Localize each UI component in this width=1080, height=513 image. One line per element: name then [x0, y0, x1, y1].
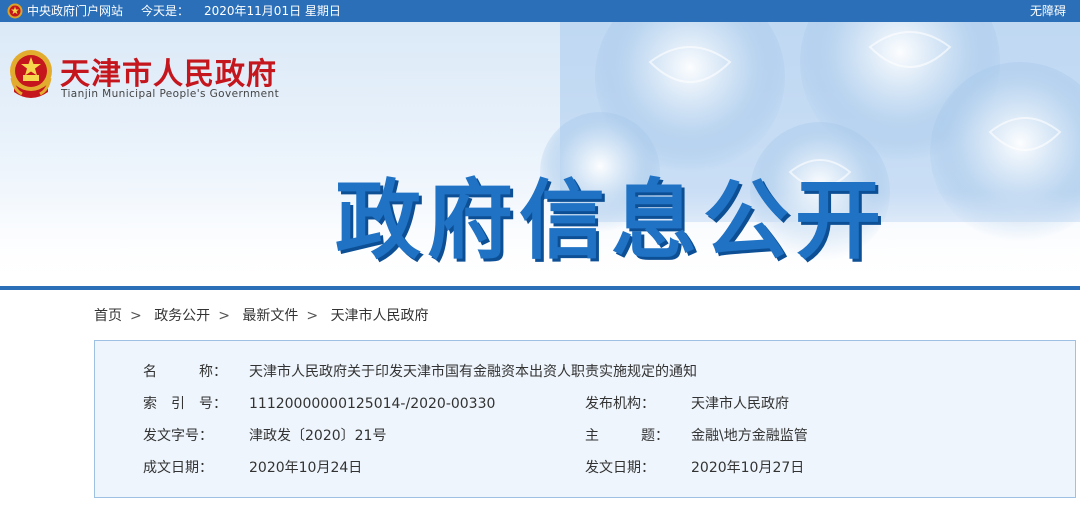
index-label: 索 引 号： [143, 396, 227, 412]
banner-divider [0, 286, 1080, 290]
name-label: 名 称： [143, 364, 227, 380]
top-bar: 中央政府门户网站 今天是： 2020年11月01日 星期日 无障碍 [0, 0, 1080, 22]
publisher-value: 天津市人民政府 [691, 396, 789, 412]
breadcrumb-gov-affairs[interactable]: 政务公开 [154, 308, 210, 324]
issued-date-value: 2020年10月27日 [691, 460, 805, 476]
publisher-label: 发布机构： [585, 396, 655, 412]
breadcrumb-current[interactable]: 天津市人民政府 [331, 308, 429, 324]
name-value: 天津市人民政府关于印发天津市国有金融资本出资人职责实施规定的通知 [249, 364, 697, 380]
breadcrumb-separator: > [218, 308, 230, 324]
central-gov-portal-link[interactable]: 中央政府门户网站 [27, 0, 123, 22]
breadcrumb-separator: > [130, 308, 142, 324]
breadcrumb-home[interactable]: 首页 [94, 308, 122, 324]
written-date-value: 2020年10月24日 [249, 460, 363, 476]
index-value: 11120000000125014-/2020-00330 [249, 396, 496, 412]
header-banner: 天津市人民政府 Tianjin Municipal People's Gover… [0, 22, 1080, 286]
page-headline: 政府信息公开 [335, 171, 887, 271]
site-name-en: Tianjin Municipal People's Government [61, 88, 280, 100]
site-name-cn[interactable]: 天津市人民政府 [60, 49, 277, 93]
topic-value: 金融\地方金融监管 [691, 428, 808, 444]
issued-date-label: 发文日期： [585, 460, 655, 476]
today-label: 今天是： [141, 4, 190, 18]
topic-label: 主 题： [585, 428, 669, 444]
current-date: 2020年11月01日 星期日 [204, 4, 341, 18]
breadcrumb-separator: > [306, 308, 319, 324]
tianjin-emblem-icon [10, 50, 52, 98]
doc-no-value: 津政发〔2020〕21号 [249, 428, 387, 444]
breadcrumb: 首页 > 政务公开 > 最新文件 > 天津市人民政府 [94, 305, 435, 325]
written-date-label: 成文日期： [143, 460, 213, 476]
accessibility-link[interactable]: 无障碍 [1030, 0, 1066, 22]
breadcrumb-latest-docs[interactable]: 最新文件 [242, 308, 298, 324]
national-emblem-icon [7, 3, 23, 19]
doc-no-label: 发文字号： [143, 428, 213, 444]
document-info-panel: 名 称： 天津市人民政府关于印发天津市国有金融资本出资人职责实施规定的通知 索 … [94, 340, 1076, 498]
